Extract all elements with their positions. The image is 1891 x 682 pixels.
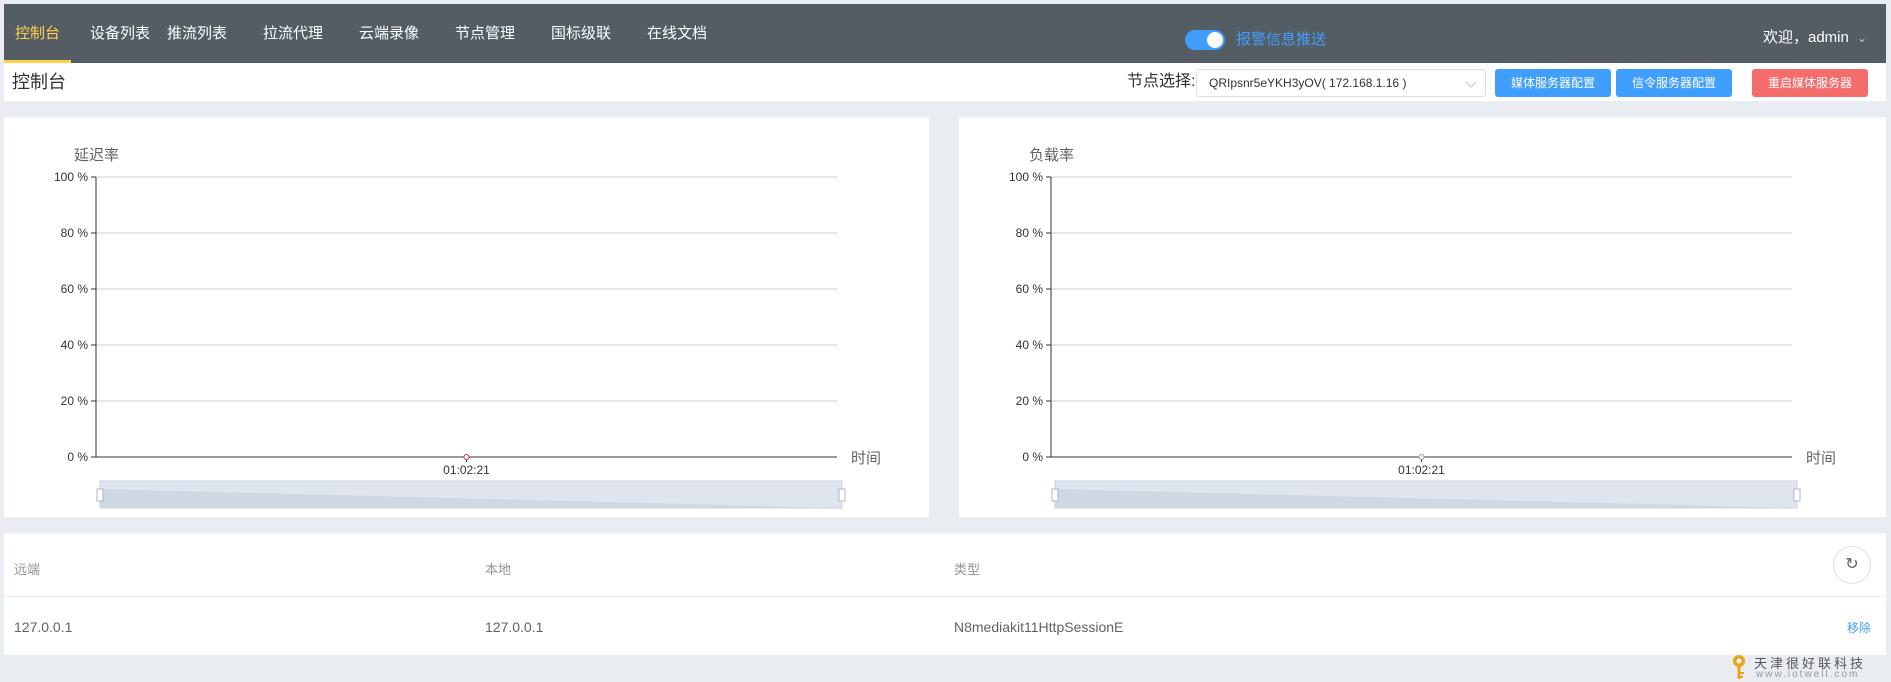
- top-nav-bar: 控制台 设备列表 推流列表 拉流代理 云端录像 节点管理 国标级联 在线文档 报…: [4, 4, 1886, 63]
- y-tick-label: 20 %: [61, 394, 89, 408]
- media-server-config-button[interactable]: 媒体服务器配置: [1495, 69, 1611, 97]
- remove-link[interactable]: 移除: [1847, 619, 1871, 636]
- node-select[interactable]: QRIpsnr5eYKH3yOV( 172.168.1.16 ): [1196, 69, 1486, 97]
- column-header-local: 本地: [485, 562, 512, 577]
- toggle-knob: [1207, 32, 1223, 48]
- nav-item-gb-cascade[interactable]: 国标级联: [541, 4, 621, 63]
- y-tick-label: 20 %: [1016, 394, 1044, 408]
- alarm-push-label: 报警信息推送: [1236, 31, 1327, 48]
- page-header: 控制台 节点选择: QRIpsnr5eYKH3yOV( 172.168.1.16…: [4, 63, 1886, 101]
- data-point: [1418, 454, 1425, 460]
- signal-server-config-button[interactable]: 信令服务器配置: [1616, 69, 1732, 97]
- nav-item-push-list[interactable]: 推流列表: [157, 4, 237, 63]
- delay-chart: 100 % 80 % 60 % 40 % 20 % 0 % 01:02:21: [54, 170, 846, 509]
- restart-media-server-button[interactable]: 重启媒体服务器: [1752, 69, 1868, 97]
- cell-remote: 127.0.0.1: [14, 619, 73, 635]
- y-tick-label: 80 %: [61, 226, 89, 240]
- welcome-text: 欢迎，admin: [1763, 29, 1849, 46]
- session-table: 远端 本地 类型 ↻ 127.0.0.1 127.0.0.1 N8mediaki…: [4, 533, 1886, 655]
- y-tick-label: 60 %: [61, 282, 89, 296]
- node-select-value: QRIpsnr5eYKH3yOV( 172.168.1.16 ): [1209, 76, 1407, 90]
- y-tick-label: 60 %: [1016, 282, 1044, 296]
- y-tick-label: 100 %: [54, 170, 88, 184]
- y-tick-label: 40 %: [61, 338, 89, 352]
- column-header-type: 类型: [954, 562, 981, 577]
- load-chart: 100 % 80 % 60 % 40 % 20 % 0 % 01:02:21: [1009, 170, 1801, 509]
- load-chart-panel: 负载率 时间 100 % 80 % 60 % 40 % 20 % 0 % 01:02:21: [959, 117, 1886, 517]
- data-point: [463, 454, 470, 460]
- watermark-url: www.iotwell.com: [1756, 669, 1860, 680]
- delay-chart-panel: 延迟率 时间 100 % 80 % 60 % 40 % 20 % 0 % 01:02:21: [4, 117, 929, 517]
- page-title: 控制台: [12, 72, 66, 92]
- nav-item-dashboard[interactable]: 控制台: [4, 4, 71, 63]
- alarm-push-toggle[interactable]: [1185, 30, 1225, 50]
- x-tick-label: 01:02:21: [1398, 463, 1445, 477]
- chevron-down-icon: [1465, 76, 1477, 88]
- y-tick-label: 40 %: [1016, 338, 1044, 352]
- cell-local: 127.0.0.1: [485, 619, 544, 635]
- nav-item-cloud-record[interactable]: 云端录像: [349, 4, 429, 63]
- y-tick-label: 0 %: [67, 450, 88, 464]
- node-select-label: 节点选择:: [1127, 73, 1196, 90]
- y-tick-label: 80 %: [1016, 226, 1044, 240]
- datazoom-handle[interactable]: [96, 488, 104, 502]
- nav-item-device-list[interactable]: 设备列表: [80, 4, 160, 63]
- datazoom-handle[interactable]: [1051, 488, 1059, 502]
- nav-item-online-docs[interactable]: 在线文档: [637, 4, 717, 63]
- refresh-icon: ↻: [1845, 556, 1859, 573]
- watermark-logo: 天津很好联科技 www.iotwell.com: [1730, 651, 1890, 681]
- table-divider: [4, 596, 1886, 597]
- key-logo-icon: [1733, 655, 1745, 679]
- datazoom-handle[interactable]: [1793, 488, 1801, 502]
- chevron-down-icon: ⌄: [1856, 31, 1867, 45]
- user-menu[interactable]: 欢迎，admin ⌄: [1763, 24, 1867, 52]
- refresh-button[interactable]: ↻: [1833, 546, 1871, 584]
- cell-type: N8mediakit11HttpSessionE: [954, 619, 1124, 635]
- nav-item-pull-proxy[interactable]: 拉流代理: [253, 4, 333, 63]
- x-tick-label: 01:02:21: [443, 463, 490, 477]
- datazoom-handle[interactable]: [838, 488, 846, 502]
- column-header-remote: 远端: [14, 562, 41, 577]
- nav-item-node-manage[interactable]: 节点管理: [445, 4, 525, 63]
- y-tick-label: 100 %: [1009, 170, 1043, 184]
- y-tick-label: 0 %: [1022, 450, 1043, 464]
